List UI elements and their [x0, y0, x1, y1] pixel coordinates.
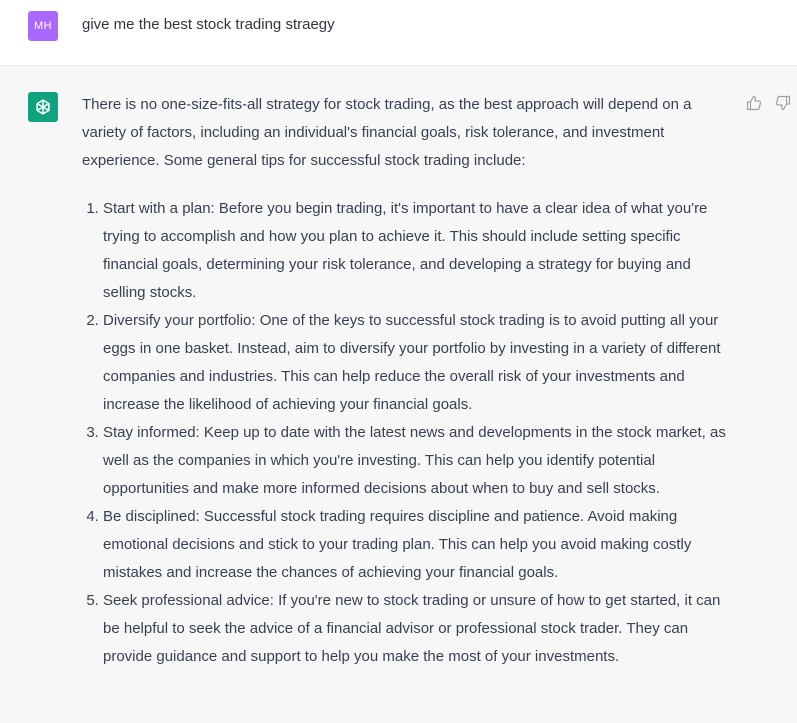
list-item: Be disciplined: Successful stock trading… [103, 503, 734, 587]
list-item: Seek professional advice: If you're new … [103, 587, 734, 671]
assistant-message-content: There is no one-size-fits-all strategy f… [82, 91, 734, 671]
thumbs-up-icon [746, 95, 762, 111]
tips-list: Start with a plan: Before you begin trad… [82, 195, 734, 671]
thumbs-up-button[interactable] [746, 95, 762, 111]
thumbs-down-button[interactable] [775, 95, 791, 111]
user-message-text: give me the best stock trading straegy [82, 16, 335, 33]
thumbs-down-icon [775, 95, 791, 111]
list-item: Stay informed: Keep up to date with the … [103, 419, 734, 503]
user-avatar: MH [28, 11, 58, 41]
openai-logo-icon [36, 99, 50, 115]
assistant-message-row: There is no one-size-fits-all strategy f… [0, 66, 797, 723]
assistant-intro-paragraph: There is no one-size-fits-all strategy f… [82, 96, 692, 169]
user-message-row: MH give me the best stock trading straeg… [0, 0, 797, 66]
list-item: Diversify your portfolio: One of the key… [103, 307, 734, 419]
assistant-avatar [28, 92, 58, 122]
list-item: Start with a plan: Before you begin trad… [103, 195, 734, 307]
